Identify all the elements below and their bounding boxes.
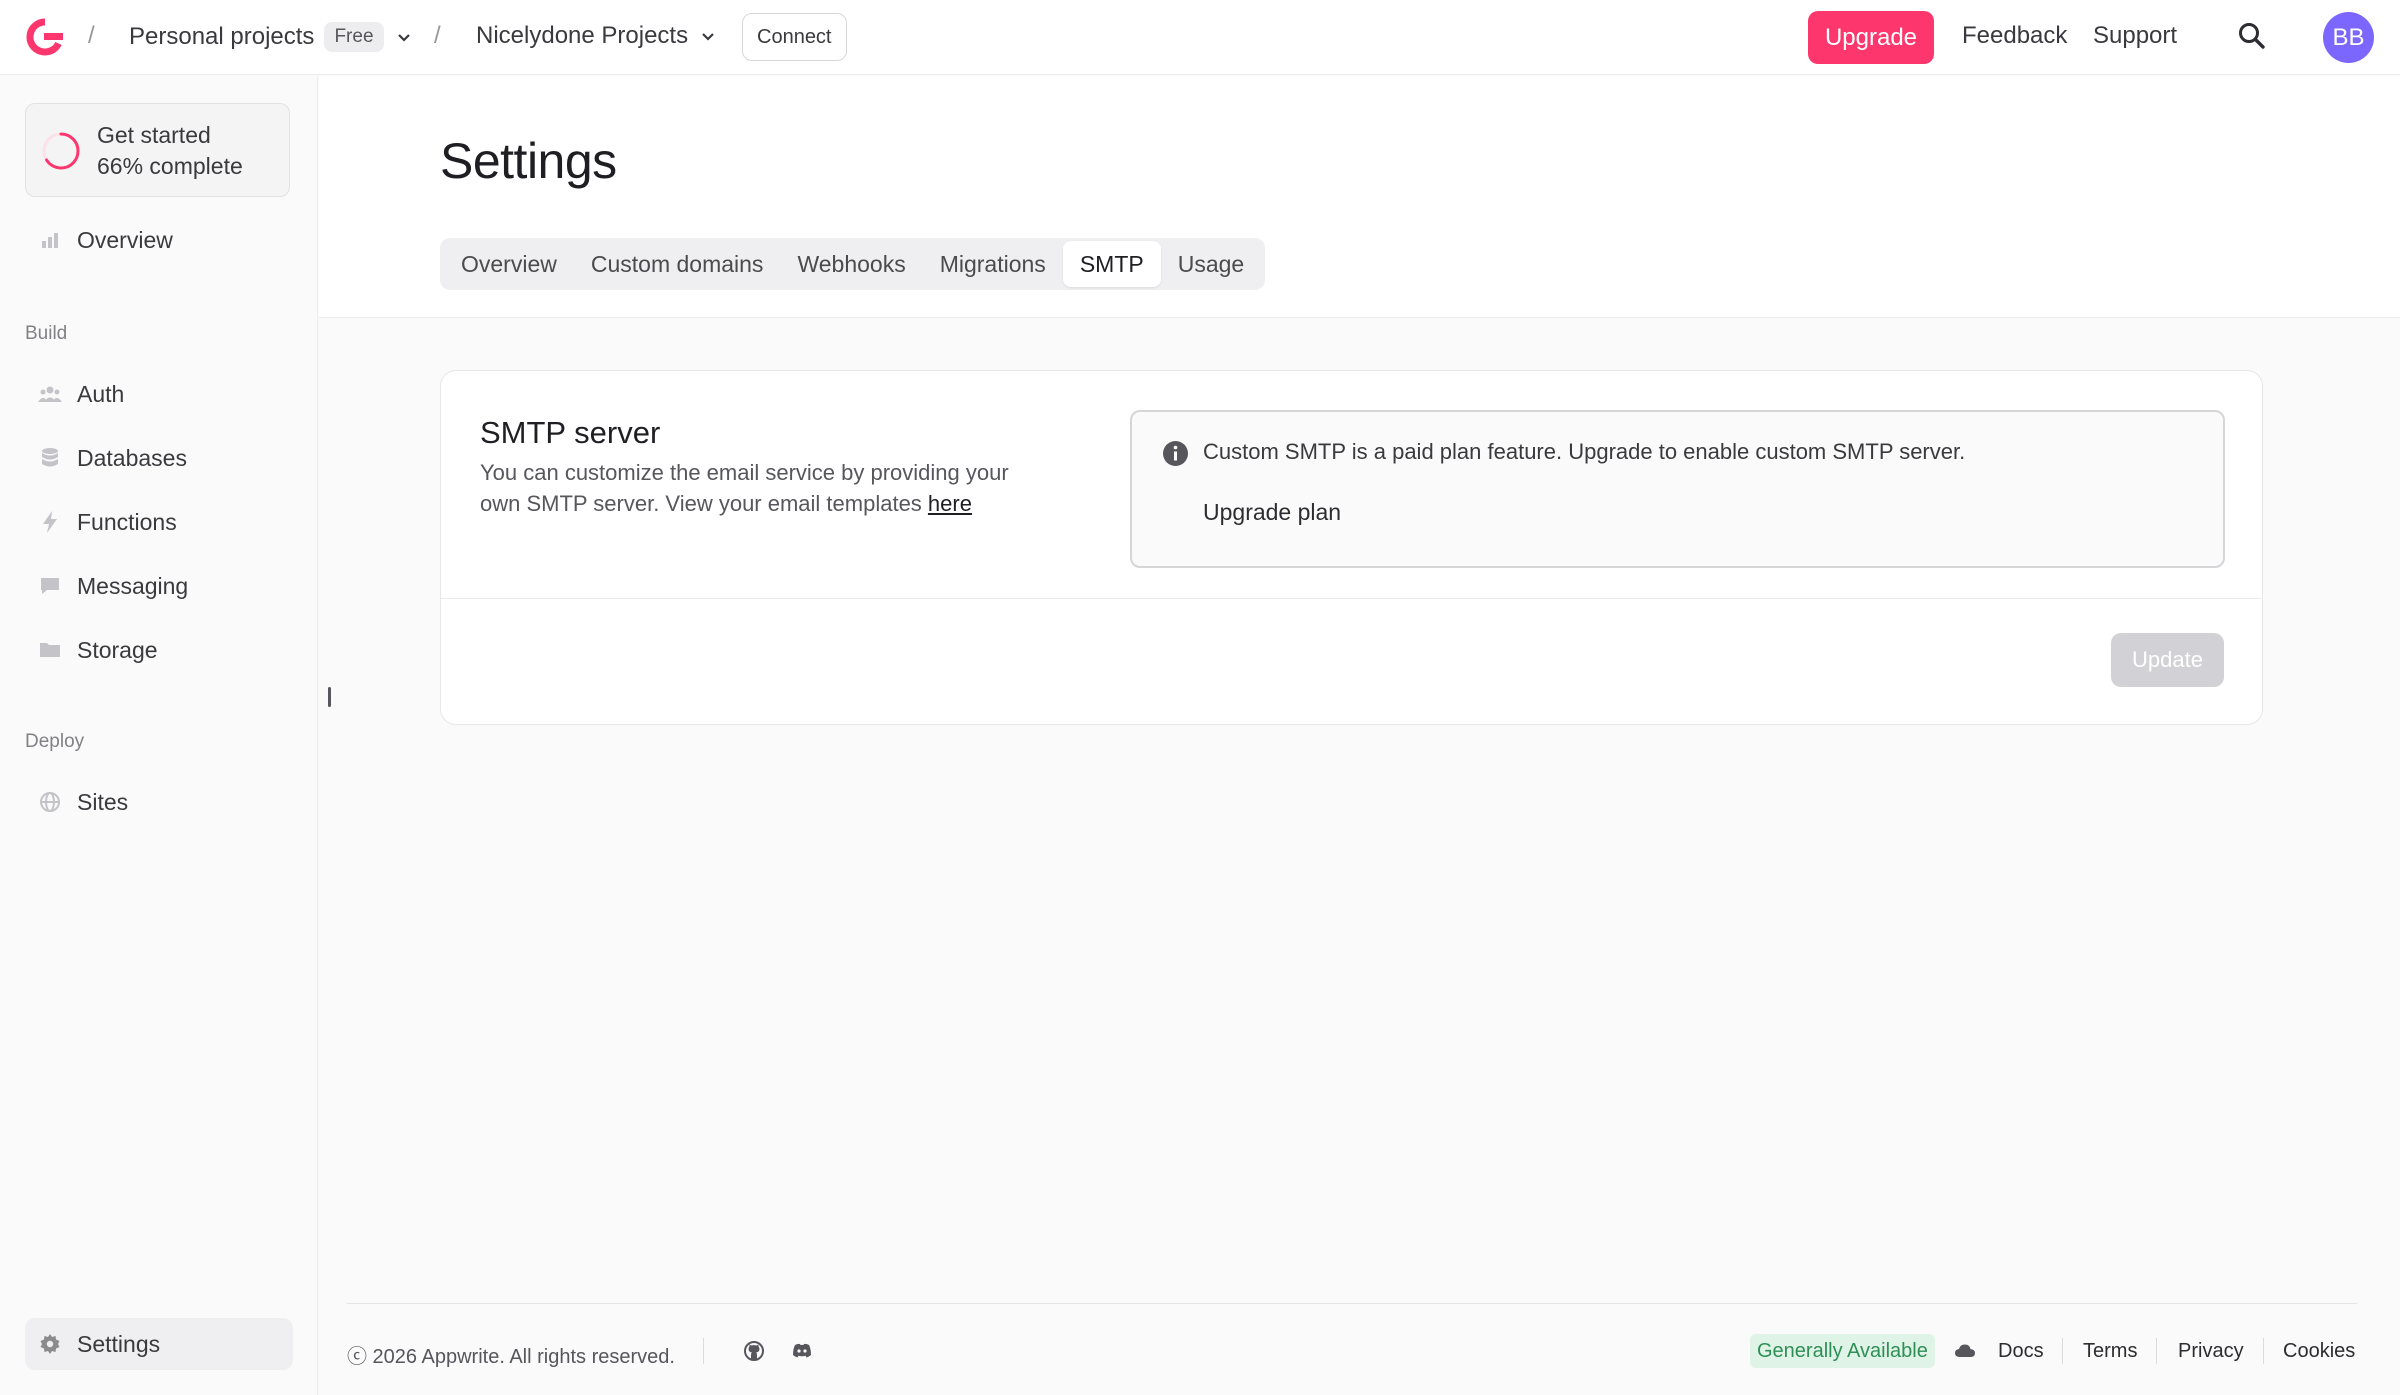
sidebar-item-label: Sites (77, 788, 129, 815)
org-name: Personal projects (129, 23, 315, 50)
tab-custom-domains[interactable]: Custom domains (574, 241, 781, 287)
sidebar-item-sites[interactable]: Sites (25, 776, 293, 828)
sidebar-item-label: Messaging (77, 572, 189, 599)
database-icon (37, 445, 63, 471)
sidebar-item-databases[interactable]: Databases (25, 432, 293, 484)
sidebar-item-storage[interactable]: Storage (25, 624, 293, 676)
sidebar-item-label: Overview (77, 226, 173, 253)
org-switcher[interactable]: Personal projects Free (129, 22, 414, 52)
progress-ring-icon (42, 132, 80, 170)
users-icon (37, 381, 63, 407)
search-icon[interactable] (2236, 20, 2268, 52)
support-link[interactable]: Support (2093, 22, 2177, 50)
get-started-text: Get started 66% complete (97, 120, 243, 182)
card-description: You can customize the email service by p… (480, 457, 1040, 519)
sidebar-item-functions[interactable]: Functions (25, 496, 293, 548)
sidebar-item-messaging[interactable]: Messaging (25, 560, 293, 612)
upgrade-plan-button[interactable]: Upgrade plan (1203, 499, 1341, 526)
folder-icon (37, 637, 63, 663)
tab-overview[interactable]: Overview (444, 241, 574, 287)
sidebar-item-settings[interactable]: Settings (25, 1318, 293, 1370)
sidebar-item-overview[interactable]: Overview (25, 214, 293, 266)
section-label-deploy: Deploy (25, 731, 85, 752)
avatar[interactable]: BB (2323, 12, 2374, 63)
tab-smtp[interactable]: SMTP (1062, 241, 1161, 287)
cloud-icon (1955, 1344, 1975, 1357)
get-started-title: Get started (97, 122, 211, 148)
footer-separator (703, 1338, 704, 1364)
sidebar: Get started 66% complete Overview Build … (0, 76, 318, 1395)
connect-button[interactable]: Connect (742, 13, 847, 61)
info-icon (1163, 441, 1188, 466)
get-started-progress: 66% complete (97, 153, 243, 179)
bar-chart-icon (37, 227, 63, 253)
chevron-down-icon (397, 34, 410, 42)
email-templates-link[interactable]: here (928, 491, 972, 516)
card-divider (441, 598, 2262, 599)
sidebar-item-auth[interactable]: Auth (25, 368, 293, 420)
breadcrumb-separator: / (88, 22, 95, 49)
lightning-icon (37, 509, 63, 535)
get-started-card[interactable]: Get started 66% complete (25, 103, 290, 197)
page-title: Settings (440, 133, 617, 189)
paid-feature-alert: Custom SMTP is a paid plan feature. Upgr… (1130, 410, 2225, 568)
alert-message: Custom SMTP is a paid plan feature. Upgr… (1203, 439, 1966, 464)
footer-copyright: ⓒ 2026 Appwrite. All rights reserved. (347, 1346, 675, 1368)
settings-tabs: Overview Custom domains Webhooks Migrati… (440, 238, 1266, 290)
smtp-card: SMTP server You can customize the email … (440, 370, 2263, 725)
footer-separator (2156, 1338, 2157, 1364)
tab-webhooks[interactable]: Webhooks (780, 241, 922, 287)
globe-icon (37, 789, 63, 815)
discord-icon[interactable] (790, 1339, 814, 1363)
project-name: Nicelydone Projects (476, 22, 689, 49)
footer-divider (347, 1303, 2357, 1304)
feedback-link[interactable]: Feedback (1962, 22, 2067, 50)
project-switcher[interactable]: Nicelydone Projects (476, 22, 718, 50)
breadcrumb-separator: / (434, 22, 441, 49)
tab-usage[interactable]: Usage (1161, 241, 1261, 287)
sidebar-item-label: Settings (77, 1330, 161, 1357)
chevron-down-icon (702, 33, 714, 41)
sidebar-item-label: Storage (77, 636, 158, 663)
sidebar-item-label: Functions (77, 508, 177, 535)
section-label-build: Build (25, 323, 68, 344)
update-button[interactable]: Update (2111, 633, 2224, 687)
footer-separator (2062, 1338, 2063, 1364)
appwrite-logo[interactable] (24, 16, 66, 58)
top-bar: / Personal projects Free / Nicelydone Pr… (0, 0, 2400, 75)
footer-link-terms[interactable]: Terms (2083, 1340, 2137, 1363)
footer-link-docs[interactable]: Docs (1998, 1340, 2044, 1363)
plan-badge: Free (324, 22, 384, 52)
sidebar-item-label: Auth (77, 380, 125, 407)
upgrade-button[interactable]: Upgrade (1808, 11, 1934, 64)
gear-icon (37, 1331, 63, 1357)
sidebar-resize-handle[interactable] (328, 687, 331, 707)
chat-icon (37, 573, 63, 599)
tab-migrations[interactable]: Migrations (923, 241, 1063, 287)
sidebar-item-label: Databases (77, 444, 187, 471)
footer-link-privacy[interactable]: Privacy (2178, 1340, 2244, 1363)
footer-separator (2263, 1338, 2264, 1364)
card-title: SMTP server (480, 415, 661, 450)
footer-link-cookies[interactable]: Cookies (2283, 1340, 2355, 1363)
github-icon[interactable] (742, 1339, 766, 1363)
status-badge: Generally Available (1750, 1334, 1935, 1368)
